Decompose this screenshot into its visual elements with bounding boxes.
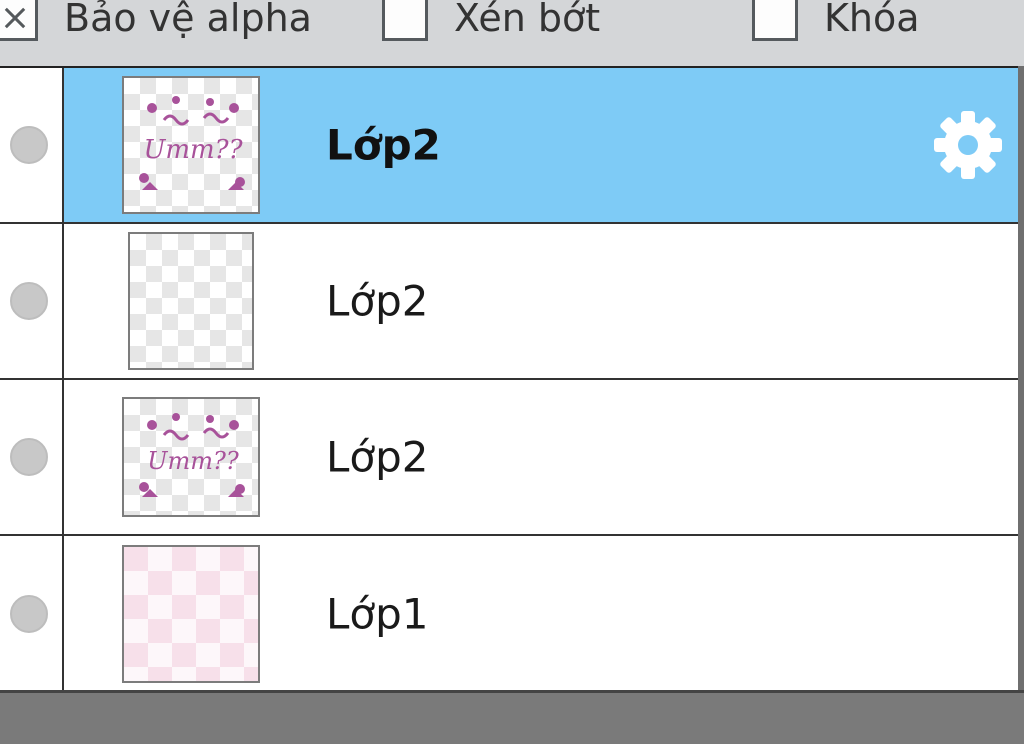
lock-option[interactable]: Khóa: [752, 0, 920, 44]
visibility-column: [0, 224, 64, 378]
visibility-column: [0, 536, 64, 692]
layer-thumbnail: [122, 545, 260, 683]
clipping-label: Xén bớt: [454, 0, 601, 40]
visibility-dot-icon[interactable]: [10, 438, 48, 476]
layer-name[interactable]: Lớp2: [326, 277, 428, 326]
decorated-text-thumbnail-icon: Umm??: [139, 96, 245, 190]
gear-icon[interactable]: [930, 107, 1006, 183]
visibility-dot-icon[interactable]: [10, 282, 48, 320]
clipping-option[interactable]: Xén bớt: [382, 0, 600, 44]
lock-label: Khóa: [824, 0, 920, 40]
layer-list: Umm?? Lớp2 Lớp2 Umm?? Lớp2 Lớp1: [0, 66, 1024, 692]
layer-row[interactable]: Umm?? Lớp2: [0, 380, 1024, 536]
decorated-text-thumbnail-icon: Umm??: [139, 413, 245, 497]
layer-name[interactable]: Lớp2: [326, 121, 441, 170]
visibility-column: [0, 68, 64, 222]
layer-name[interactable]: Lớp2: [326, 433, 428, 482]
layer-thumbnail: [128, 232, 254, 370]
layer-name[interactable]: Lớp1: [326, 590, 428, 639]
clipping-checkbox[interactable]: [382, 0, 428, 41]
layer-options-bar: Bảo vệ alpha Xén bớt Khóa: [0, 0, 1024, 60]
layer-row[interactable]: Lớp1: [0, 536, 1024, 692]
visibility-dot-icon[interactable]: [10, 126, 48, 164]
lock-checkbox[interactable]: [752, 0, 798, 41]
layer-row[interactable]: Umm?? Lớp2: [0, 68, 1024, 224]
thumb-text: Umm??: [147, 447, 239, 475]
panel-right-edge: [1018, 66, 1024, 690]
thumb-text: Umm??: [143, 135, 243, 165]
layer-thumbnail: Umm??: [122, 76, 260, 214]
visibility-column: [0, 380, 64, 534]
protect-alpha-option[interactable]: Bảo vệ alpha: [0, 0, 312, 44]
visibility-dot-icon[interactable]: [10, 595, 48, 633]
panel-footer: [0, 690, 1024, 744]
protect-alpha-checkbox[interactable]: [0, 0, 38, 41]
layer-row[interactable]: Lớp2: [0, 224, 1024, 380]
layer-thumbnail: Umm??: [122, 397, 260, 517]
protect-alpha-label: Bảo vệ alpha: [64, 0, 312, 40]
